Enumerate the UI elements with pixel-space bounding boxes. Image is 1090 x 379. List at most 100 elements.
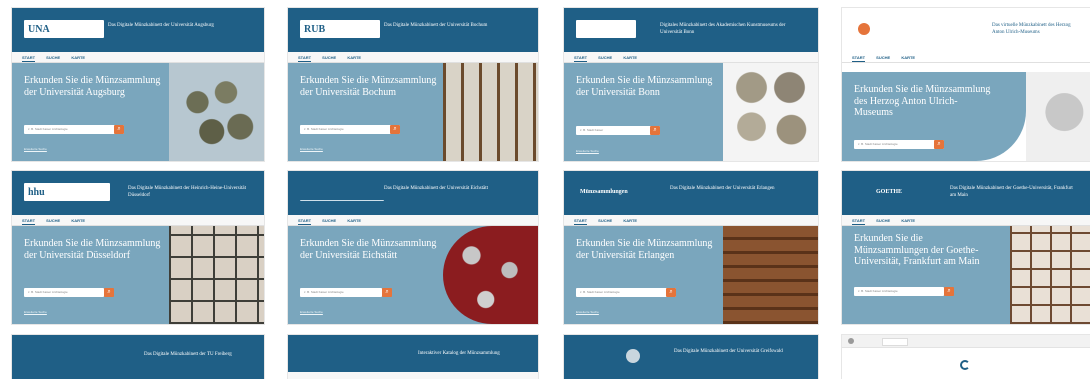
hero-section: Erkunden Sie die Münzsammlung der Univer… xyxy=(564,63,818,161)
advanced-search-link[interactable]: Erweiterte Suche xyxy=(576,310,599,314)
search-icon[interactable]: ⌕ xyxy=(934,140,944,149)
site-card-interactive[interactable]: Interaktiver Katalog der Münzsammlung xyxy=(288,335,538,379)
nav-start[interactable]: START xyxy=(22,218,35,223)
site-title[interactable]: Das Digitale Münzkabinett der Universitä… xyxy=(384,186,528,193)
nav-karte[interactable]: KARTE xyxy=(347,218,361,223)
search-input[interactable]: z. B. Stadt Kaiser xyxy=(576,126,660,135)
nav-suche[interactable]: SUCHE xyxy=(46,55,60,60)
nav-suche[interactable]: SUCHE xyxy=(46,218,60,223)
university-logo[interactable] xyxy=(24,347,104,365)
search-input[interactable]: z. B. Stadt Kaiser Archäologie xyxy=(576,288,676,297)
nav-start[interactable]: START xyxy=(574,55,587,60)
nav-karte[interactable]: KARTE xyxy=(623,55,637,60)
nav-karte[interactable]: KARTE xyxy=(71,218,85,223)
university-logo[interactable] xyxy=(576,20,636,38)
site-title[interactable]: Das Digitale Münzkabinett der Universitä… xyxy=(674,349,808,356)
nav-start[interactable]: START xyxy=(298,218,311,223)
advanced-search-link[interactable]: Erweiterte Suche xyxy=(24,147,47,151)
site-card-bonn[interactable]: Digitales Münzkabinett des Akademischen … xyxy=(564,8,818,161)
site-title[interactable]: Das Digitale Münzkabinett der Goethe-Uni… xyxy=(950,186,1080,199)
nav-karte[interactable]: KARTE xyxy=(901,218,915,223)
site-title[interactable]: Das virtuelle Münzkabinett des Herzog An… xyxy=(992,23,1080,36)
search-icon[interactable]: ⌕ xyxy=(650,126,660,135)
advanced-search-link[interactable]: Erweiterte Suche xyxy=(300,310,323,314)
site-card-bochum[interactable]: RUB Das Digitale Münzkabinett der Univer… xyxy=(288,8,538,161)
site-card-duesseldorf[interactable]: hhu Das Digitale Münzkabinett der Heinri… xyxy=(12,171,264,324)
search-input[interactable]: z. B. Stadt Kaiser Archäologie xyxy=(24,288,104,297)
site-title[interactable]: Das Digitale Münzkabinett der Universitä… xyxy=(670,186,808,193)
hero-section: Erkunden Sie die Münzsammlung der Univer… xyxy=(288,226,538,324)
site-card-erlangen[interactable]: Münzsammlungen Das Digitale Münzkabinett… xyxy=(564,171,818,324)
hero-section: Erkunden Sie die Münzsammlung der Univer… xyxy=(564,226,818,324)
search-icon[interactable]: ⌕ xyxy=(666,288,676,297)
advanced-search-link[interactable]: Erweiterte Suche xyxy=(24,310,47,314)
site-title[interactable]: Digitales Münzkabinett des Akademischen … xyxy=(660,23,808,36)
site-title[interactable]: Das Digitale Münzkabinett der Universitä… xyxy=(384,23,528,30)
site-title[interactable]: Interaktiver Katalog der Münzsammlung xyxy=(418,351,528,358)
main-nav: START SUCHE KARTE xyxy=(12,52,264,63)
advanced-search-link[interactable]: Erweiterte Suche xyxy=(300,147,323,151)
search-icon[interactable]: ⌕ xyxy=(390,125,400,134)
hero-section: Erkunden Sie die Münzsammlung der Univer… xyxy=(12,226,264,324)
hero-title: Erkunden Sie die Münzsammlung der Univer… xyxy=(24,238,161,261)
university-logo[interactable]: UNA xyxy=(24,20,104,38)
hero-title: Erkunden Sie die Münzsammlung der Univer… xyxy=(300,75,437,98)
site-header: Das Digitale Münzkabinett der Universitä… xyxy=(564,335,818,379)
main-nav: START SUCHE KARTE xyxy=(288,52,538,63)
search-input[interactable]: z. B. Stadt Kaiser Archäologie xyxy=(24,125,124,134)
nav-karte[interactable]: KARTE xyxy=(71,55,85,60)
site-title[interactable]: Das Digitale Münzkabinett der Universitä… xyxy=(108,23,254,30)
nav-start[interactable]: START xyxy=(22,55,35,60)
hero-coin-image xyxy=(1026,72,1090,161)
hero-coin-image xyxy=(723,63,818,161)
site-card-frankfurt[interactable]: GOETHE Das Digitale Münzkabinett der Goe… xyxy=(842,171,1090,324)
search-icon[interactable]: ⌕ xyxy=(382,288,392,297)
search-input[interactable]: z. B. Stadt Kaiser Archäologie xyxy=(300,125,400,134)
g-logo-icon xyxy=(960,360,970,370)
nav-suche[interactable]: SUCHE xyxy=(598,218,612,223)
nav-suche[interactable]: SUCHE xyxy=(876,218,890,223)
site-card-gotha[interactable]: Das virtuelle Münzkabinett des Herzog An… xyxy=(842,8,1090,161)
nav-start[interactable]: START xyxy=(574,218,587,223)
site-logo[interactable] xyxy=(300,347,380,365)
university-logo[interactable]: GOETHE xyxy=(872,183,942,201)
site-card-gottingen[interactable] xyxy=(842,335,1090,379)
university-logo[interactable]: Münzsammlungen xyxy=(576,183,654,201)
university-logo[interactable] xyxy=(300,183,384,201)
nav-start[interactable]: START xyxy=(852,55,865,60)
university-logo[interactable] xyxy=(960,357,1008,370)
site-card-eichstaett[interactable]: Das Digitale Münzkabinett der Universitä… xyxy=(288,171,538,324)
site-card-freiberg[interactable]: Das Digitale Münzkabinett der TU Freiber… xyxy=(12,335,264,379)
nav-suche[interactable]: SUCHE xyxy=(322,55,336,60)
site-card-greifswald[interactable]: Das Digitale Münzkabinett der Universitä… xyxy=(564,335,818,379)
site-title[interactable]: Das Digitale Münzkabinett der Heinrich-H… xyxy=(128,186,254,199)
advanced-search-link[interactable]: Erweiterte Suche xyxy=(576,149,599,153)
search-input[interactable]: z. B. Stadt Kaiser Archäologie xyxy=(300,288,382,297)
university-logo[interactable]: hhu xyxy=(24,183,110,201)
nav-suche[interactable]: SUCHE xyxy=(876,55,890,60)
search-icon[interactable]: ⌕ xyxy=(944,287,954,296)
university-logo[interactable]: RUB xyxy=(300,20,380,38)
main-nav: START SUCHE KARTE xyxy=(288,215,538,226)
nav-karte[interactable]: KARTE xyxy=(347,55,361,60)
site-title[interactable]: Das Digitale Münzkabinett der TU Freiber… xyxy=(144,352,254,359)
site-card-augsburg[interactable]: UNA Das Digitale Münzkabinett der Univer… xyxy=(12,8,264,161)
hero-title: Erkunden Sie die Münzsammlung der Univer… xyxy=(576,75,713,98)
nav-start[interactable]: START xyxy=(298,55,311,60)
hero-section: Erkunden Sie die Münzsammlung der Univer… xyxy=(12,63,264,161)
search-input[interactable]: z. B. Stadt Kaiser Archäologie xyxy=(854,287,944,296)
university-logo[interactable] xyxy=(576,347,656,365)
browser-bar xyxy=(842,335,1090,348)
search-input[interactable] xyxy=(882,338,908,346)
avatar[interactable] xyxy=(848,338,854,344)
nav-karte[interactable]: KARTE xyxy=(901,55,915,60)
museum-logo[interactable] xyxy=(854,20,888,38)
nav-karte[interactable]: KARTE xyxy=(623,218,637,223)
nav-start[interactable]: START xyxy=(852,218,865,223)
search-icon[interactable]: ⌕ xyxy=(114,125,124,134)
nav-suche[interactable]: SUCHE xyxy=(322,218,336,223)
search-icon[interactable]: ⌕ xyxy=(104,288,114,297)
nav-suche[interactable]: SUCHE xyxy=(598,55,612,60)
site-header: Das virtuelle Münzkabinett des Herzog An… xyxy=(842,8,1090,52)
search-input[interactable]: z. B. Stadt Kaiser Archäologie xyxy=(854,140,944,149)
